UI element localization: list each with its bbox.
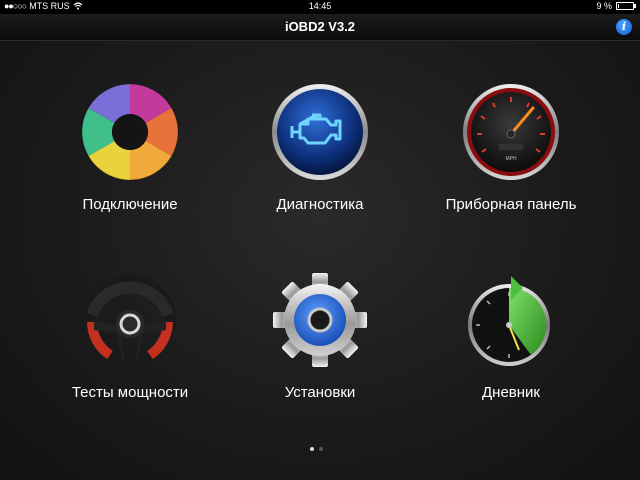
tile-connection[interactable]: Подключение [40, 82, 220, 213]
tile-label: Подключение [82, 196, 178, 213]
tile-dashboard[interactable]: MPH Приборная панель [421, 82, 601, 213]
tile-label: Диагностика [276, 196, 364, 213]
status-time: 14:45 [308, 1, 332, 11]
speedometer-icon: MPH [463, 84, 559, 180]
page-control[interactable] [310, 447, 323, 451]
tile-label: Приборная панель [445, 196, 577, 213]
gauge-unit: MPH [505, 156, 517, 162]
status-right: 9 % [596, 1, 636, 11]
tile-power-tests[interactable]: Тесты мощности [40, 270, 220, 401]
tile-settings[interactable]: Установки [230, 270, 410, 401]
puzzle-ring-icon [81, 83, 179, 181]
nav-bar: iOBD2 V3.2 i [0, 14, 640, 41]
tile-label: Тесты мощности [71, 384, 189, 401]
tile-diagnostics[interactable]: Диагностика [230, 82, 410, 213]
battery-fill [618, 4, 619, 8]
battery-percent: 9 % [596, 1, 612, 11]
history-clock-icon [468, 276, 550, 366]
app-title: iOBD2 V3.2 [284, 19, 356, 34]
status-bar: ●●○○○ MTS RUS 14:45 9 % [0, 0, 640, 14]
gear-icon [273, 273, 367, 367]
tile-label: Установки [284, 384, 356, 401]
page-dot-1[interactable] [310, 447, 314, 451]
info-icon[interactable]: i [616, 19, 632, 35]
steering-wheel-icon [84, 274, 176, 366]
tile-log[interactable]: Дневник [421, 270, 601, 401]
check-engine-icon [272, 84, 368, 180]
tile-label: Дневник [482, 384, 540, 401]
page-dot-2[interactable] [319, 447, 323, 451]
battery-icon [616, 2, 636, 10]
